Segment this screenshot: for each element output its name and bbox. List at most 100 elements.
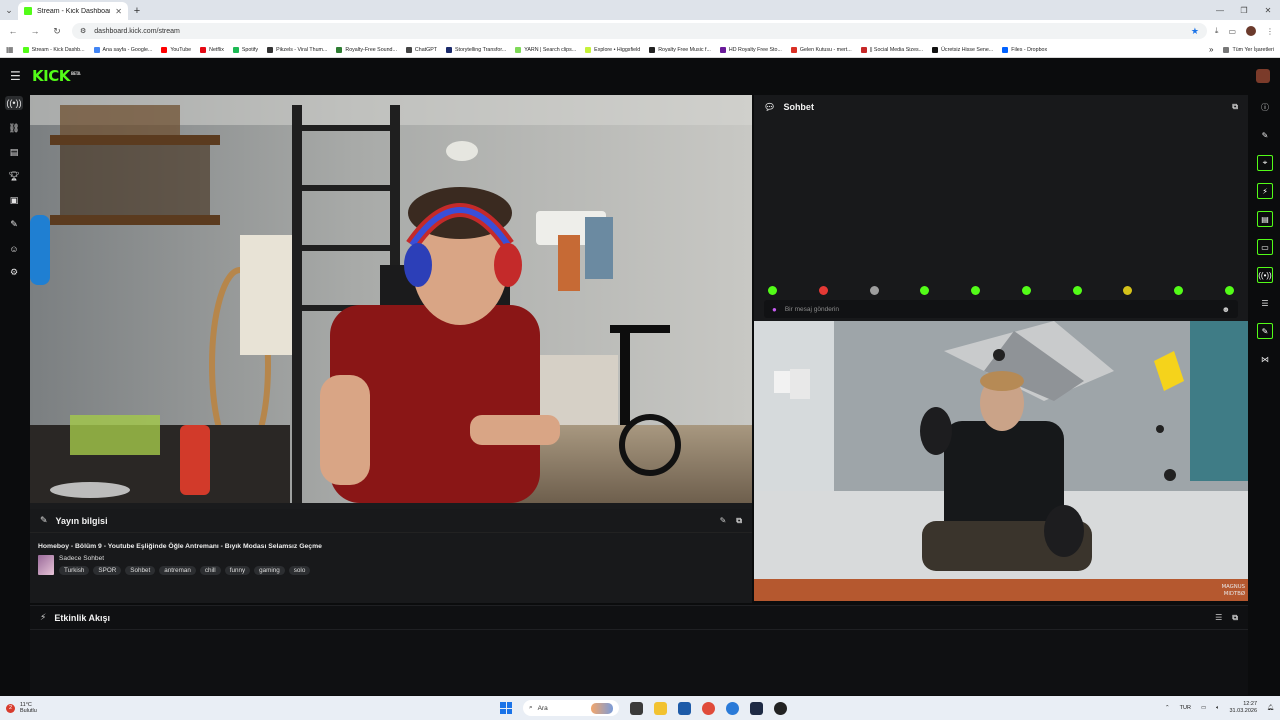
link-nav-icon[interactable]: ⛓ bbox=[7, 123, 21, 134]
task-view-icon[interactable] bbox=[630, 701, 643, 715]
obs-icon[interactable] bbox=[750, 701, 763, 715]
bookmark-item[interactable]: Files - Dropbox bbox=[1002, 46, 1047, 53]
share-icon[interactable]: ⋈ bbox=[1257, 351, 1273, 367]
mic-icon[interactable]: ● bbox=[772, 305, 777, 314]
bookmark-item[interactable]: Storytelling Transfor... bbox=[446, 46, 506, 53]
bookmark-item[interactable]: Pikzels - Viral Thum... bbox=[267, 46, 327, 53]
popout-icon[interactable]: ⧉ bbox=[1232, 102, 1238, 112]
chat-widget-icon[interactable]: ▭ bbox=[1257, 239, 1273, 255]
activity-feed-tools: ☰ ⧉ bbox=[1215, 613, 1238, 623]
kick-logo[interactable]: KICKBETA bbox=[32, 67, 81, 85]
capture-icon[interactable]: ⌖ bbox=[1257, 155, 1273, 171]
clock[interactable]: 12:27 31.03.2026 bbox=[1229, 701, 1257, 714]
emote-icon[interactable] bbox=[869, 285, 879, 295]
apps-grid-icon[interactable]: ▦ bbox=[6, 45, 14, 54]
library-nav-icon[interactable]: ▣ bbox=[7, 195, 21, 206]
windows-start-icon[interactable] bbox=[500, 702, 512, 714]
download-icon[interactable]: ⤓ bbox=[1215, 26, 1219, 36]
bookmark-item[interactable]: Royalty Free Music f... bbox=[649, 46, 711, 53]
url-field[interactable]: ⚙ dashboard.kick.com/stream ★ bbox=[72, 23, 1207, 39]
minimize-icon[interactable]: — bbox=[1208, 0, 1232, 20]
tray-chevron-icon[interactable]: ⌃ bbox=[1165, 705, 1170, 711]
url-text: dashboard.kick.com/stream bbox=[94, 27, 180, 35]
media-app-icon[interactable] bbox=[774, 701, 787, 715]
bookmark-item[interactable]: Gelen Kutusu - mert... bbox=[790, 46, 852, 53]
stream-nav-icon[interactable]: ((•)) bbox=[5, 96, 23, 110]
settings-nav-icon[interactable]: ⚙ bbox=[7, 267, 21, 278]
notification-bell-icon[interactable]: 🔔︎ bbox=[1267, 705, 1274, 711]
emoji-icon[interactable]: ☻ bbox=[1222, 305, 1230, 314]
network-icon[interactable]: ▭ bbox=[1201, 705, 1206, 711]
app-icon[interactable] bbox=[726, 701, 739, 715]
emote-icon[interactable] bbox=[920, 285, 930, 295]
bookmark-item[interactable]: YARN | Search clips... bbox=[515, 46, 576, 53]
emote-icon[interactable] bbox=[1021, 285, 1031, 295]
stack-icon[interactable]: ☰ bbox=[1257, 295, 1273, 311]
stream-preview-video[interactable] bbox=[30, 95, 752, 503]
back-icon[interactable]: ← bbox=[6, 26, 20, 36]
bookmarks-overflow-button[interactable]: » bbox=[1209, 45, 1213, 54]
user-avatar[interactable] bbox=[1256, 69, 1270, 83]
close-window-icon[interactable]: ✕ bbox=[1256, 0, 1280, 20]
maximize-icon[interactable]: ❐ bbox=[1232, 0, 1256, 20]
info-icon[interactable]: ⓘ bbox=[1257, 99, 1273, 115]
bookmark-label: Gelen Kutusu - mert... bbox=[799, 46, 852, 53]
emote-icon[interactable] bbox=[1072, 285, 1082, 295]
bookmark-item[interactable]: Stream - Kick Dashb... bbox=[22, 46, 85, 53]
weather-widget[interactable]: 2 11°C Bulutlu bbox=[6, 702, 37, 715]
analytics-nav-icon[interactable]: ▤ bbox=[7, 147, 21, 158]
bookmark-item[interactable]: HD Royalty Free Sto... bbox=[719, 46, 782, 53]
notes-icon[interactable]: ▤ bbox=[1257, 211, 1273, 227]
chat-message-input[interactable]: ● Bir mesaj gönderin ☻ bbox=[764, 300, 1238, 318]
profile-avatar[interactable] bbox=[1246, 26, 1256, 36]
trophy-nav-icon[interactable]: 🏆︎ bbox=[7, 171, 21, 182]
chrome-icon[interactable] bbox=[702, 701, 715, 715]
taskbar-search[interactable]: ⌕ Ara bbox=[523, 700, 619, 716]
emote-icon[interactable] bbox=[768, 285, 777, 295]
edit-icon[interactable]: ✎ bbox=[720, 516, 727, 526]
forward-icon[interactable]: → bbox=[28, 26, 42, 36]
reload-icon[interactable]: ↻ bbox=[50, 26, 64, 37]
emote-icon[interactable] bbox=[971, 285, 981, 295]
cast-icon[interactable]: ▭ bbox=[1228, 27, 1236, 36]
emote-icon[interactable] bbox=[1174, 285, 1184, 295]
menu-dots-icon[interactable]: ⋮ bbox=[1266, 27, 1274, 36]
bookmark-item[interactable]: Ana sayfa - Google... bbox=[93, 46, 152, 53]
language-indicator[interactable]: TUR bbox=[1180, 705, 1191, 711]
bookmark-item[interactable]: Spotify bbox=[232, 46, 258, 53]
emote-icon[interactable] bbox=[1123, 285, 1133, 295]
secondary-video[interactable]: MAGNUS MIDTBØ bbox=[754, 321, 1248, 601]
close-tab-icon[interactable]: ✕ bbox=[115, 7, 122, 16]
volume-icon[interactable]: 🔈︎ bbox=[1216, 705, 1219, 712]
popout-icon[interactable]: ⧉ bbox=[736, 516, 742, 526]
broadcast-icon[interactable]: ((•)) bbox=[1257, 267, 1273, 283]
edit-icon[interactable]: ✎ bbox=[1257, 127, 1273, 143]
bookmark-item[interactable]: Explore • Higgsfield bbox=[585, 46, 640, 53]
bookmark-item[interactable]: || Social Media Sizes... bbox=[860, 46, 923, 53]
credit-line-2: MIDTBØ bbox=[1223, 590, 1245, 597]
all-bookmarks-folder[interactable]: Tüm Yer İşaretleri bbox=[1223, 46, 1274, 53]
tab-search-icon[interactable]: ⌄ bbox=[0, 0, 18, 20]
browser-tab-active[interactable]: Stream - Kick Dashboard ✕ bbox=[18, 2, 128, 20]
site-info-icon[interactable]: ⚙ bbox=[80, 27, 86, 35]
all-bookmarks-label: Tüm Yer İşaretleri bbox=[1232, 46, 1274, 53]
store-icon[interactable] bbox=[678, 701, 691, 715]
file-explorer-icon[interactable] bbox=[654, 701, 667, 715]
tools-nav-icon[interactable]: ✎ bbox=[7, 219, 21, 230]
popout-icon[interactable]: ⧉ bbox=[1232, 613, 1238, 623]
emote-icon[interactable] bbox=[818, 285, 828, 295]
new-tab-button[interactable]: + bbox=[128, 2, 146, 20]
filter-icon[interactable]: ☰ bbox=[1215, 613, 1222, 623]
bookmark-favicon-icon bbox=[649, 46, 656, 53]
bookmark-star-icon[interactable]: ★ bbox=[1191, 26, 1199, 37]
emote-icon[interactable] bbox=[1224, 285, 1234, 295]
bookmark-item[interactable]: YouTube bbox=[161, 46, 191, 53]
community-nav-icon[interactable]: ☺ bbox=[7, 243, 21, 254]
hamburger-menu-icon[interactable]: ☰ bbox=[10, 69, 30, 83]
flash-icon[interactable]: ⚡︎ bbox=[1257, 183, 1273, 199]
wrench-icon[interactable]: ✎ bbox=[1257, 323, 1273, 339]
bookmark-item[interactable]: Netflix bbox=[200, 46, 224, 53]
bookmark-item[interactable]: ChatGPT bbox=[405, 46, 437, 53]
bookmark-item[interactable]: Ücretsiz Hisse Sene... bbox=[932, 46, 993, 53]
bookmark-item[interactable]: Royalty-Free Sound... bbox=[336, 46, 397, 53]
